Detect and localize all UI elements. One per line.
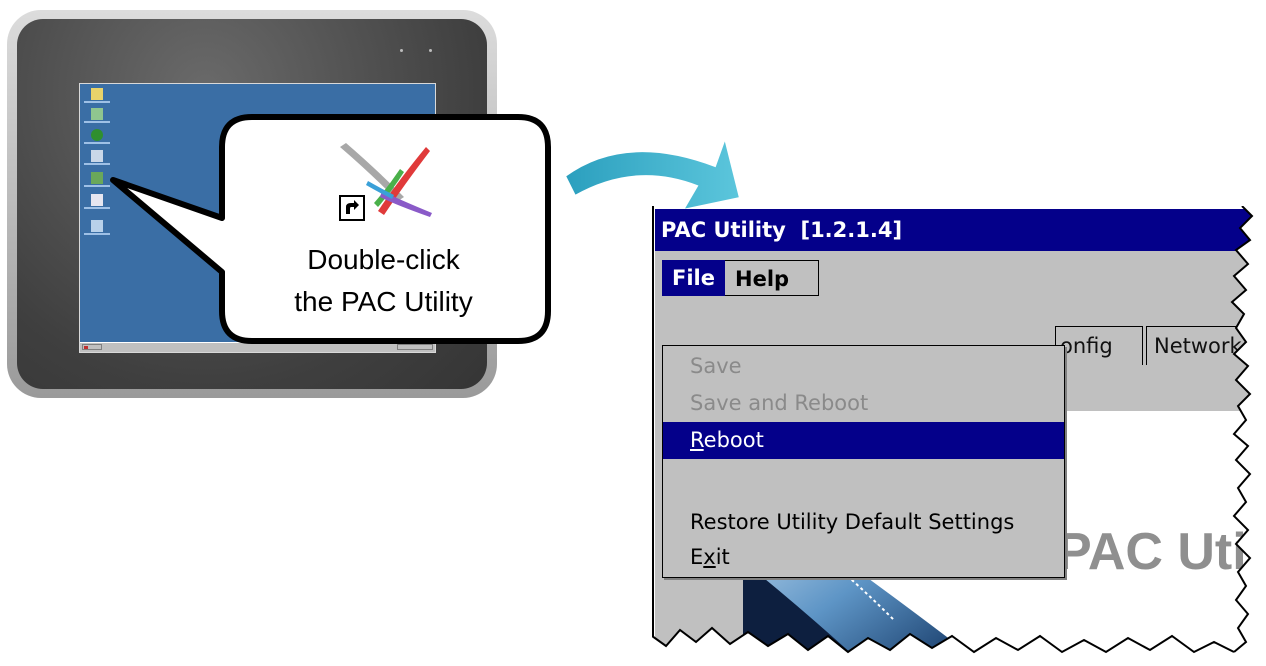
shortcut-arrow-icon: [339, 195, 365, 221]
torn-edge: [652, 206, 1266, 666]
pac-utility-window: PAC Utility [1.2.1.4] File Help onfig Ne…: [652, 206, 1266, 666]
callout-line-1: Double-click: [307, 244, 460, 275]
curved-arrow-icon: [565, 138, 740, 212]
callout-line-2: the PAC Utility: [294, 286, 473, 317]
callout-text: Double-click the PAC Utility: [219, 239, 548, 323]
